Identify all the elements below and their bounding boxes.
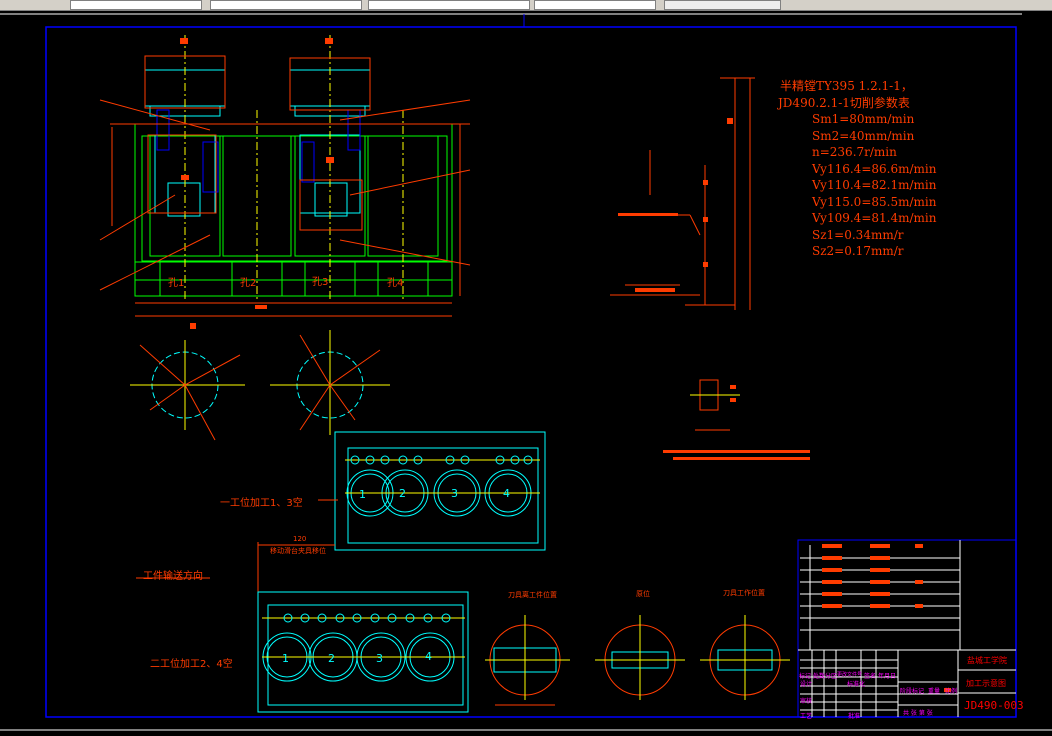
boring-sections — [485, 615, 790, 706]
tb-label: 分区 — [825, 673, 838, 680]
tb-label: 比例 — [945, 688, 958, 695]
station-1-label: 一工位加工1、3空 — [220, 498, 303, 509]
move-dimension: 120 — [293, 535, 307, 543]
drawing-number: JD490-003 — [964, 699, 1024, 712]
station-1-workpiece — [334, 431, 546, 551]
hole-label-3: 孔3 — [312, 276, 328, 288]
tb-label: 批准 — [848, 713, 861, 720]
school-name: 盐城工学院 — [967, 656, 1007, 665]
hole-label-2: 孔2 — [240, 277, 256, 289]
section-home — [595, 615, 685, 700]
tb-label: 阶段标记 — [900, 688, 925, 695]
params-title-line-2: JD490.2.1-1切削参数表 — [778, 95, 910, 110]
side-elevation-view — [610, 77, 755, 310]
bore-number: 2 — [399, 487, 406, 500]
station-2-workpiece — [257, 591, 469, 713]
bore-number: 1 — [359, 488, 366, 501]
hole-label-1: 孔1 — [168, 277, 184, 289]
layer-dropdown[interactable] — [70, 0, 202, 10]
param-row: Sm1=80mm/min — [812, 112, 915, 126]
tb-label: 处数 — [813, 673, 826, 680]
move-label: 移动滑台夹具移位 — [270, 547, 326, 555]
tb-sheet: 共 张 第 张 — [903, 710, 933, 717]
bore-number: 3 — [451, 487, 458, 500]
param-row: Sz1=0.34mm/r — [812, 227, 904, 242]
transport-direction-label: 工件输送方向 — [143, 571, 203, 582]
tb-label: 签名 — [864, 673, 877, 680]
bore-number: 4 — [425, 650, 432, 663]
lineweight-dropdown[interactable] — [368, 0, 530, 10]
tb-label: 重量 — [928, 688, 941, 695]
tool-detail-view — [663, 379, 810, 460]
bore-number: 3 — [376, 652, 383, 665]
plotstyle-dropdown[interactable] — [664, 0, 781, 10]
tb-label: 审核 — [800, 698, 813, 705]
section-label-home: 原位 — [636, 590, 650, 598]
param-row: n=236.7r/min — [812, 145, 897, 159]
color-dropdown[interactable] — [534, 0, 656, 10]
main-section-view — [99, 35, 471, 329]
bore-number: 1 — [282, 652, 289, 665]
param-row: Vy116.4=86.6m/min — [812, 161, 937, 176]
param-row: Vy115.0=85.5m/min — [812, 194, 937, 209]
tb-label: 年月日 — [878, 673, 897, 680]
hole-labels: 孔1 孔2 孔3 孔4 — [168, 276, 403, 289]
linetype-dropdown[interactable] — [210, 0, 362, 10]
section-label-retracted: 刀具离工件位置 — [508, 591, 557, 599]
tb-label: 工艺 — [800, 713, 813, 720]
section-working — [700, 615, 790, 700]
drawing-name: 加工示意图 — [966, 679, 1006, 688]
station-2-label: 二工位加工2、4空 — [150, 659, 233, 670]
param-row: Vy109.4=81.4m/min — [812, 211, 937, 225]
tb-label: 更改文件号 — [837, 672, 863, 678]
hole-label-4: 孔4 — [387, 277, 403, 289]
param-row: Sm2=40mm/min — [812, 128, 915, 143]
tb-label: 设计 — [800, 681, 813, 688]
param-row: Sz2=0.17mm/r — [812, 244, 904, 258]
cutting-parameters-table: 半精镗TY395 1.2.1-1， JD490.2.1-1切削参数表 Sm1=8… — [778, 78, 937, 260]
bore-number: 2 — [328, 652, 335, 665]
spindle-layout-views — [130, 330, 390, 441]
bore-number: 4 — [503, 487, 510, 500]
section-label-working: 刀具工作位置 — [723, 589, 765, 597]
tb-label: 标准化 — [847, 681, 866, 688]
section-retracted — [485, 615, 570, 706]
param-row: Vy110.4=82.1m/min — [812, 178, 937, 192]
params-title-line-1: 半精镗TY395 1.2.1-1， — [780, 79, 913, 93]
